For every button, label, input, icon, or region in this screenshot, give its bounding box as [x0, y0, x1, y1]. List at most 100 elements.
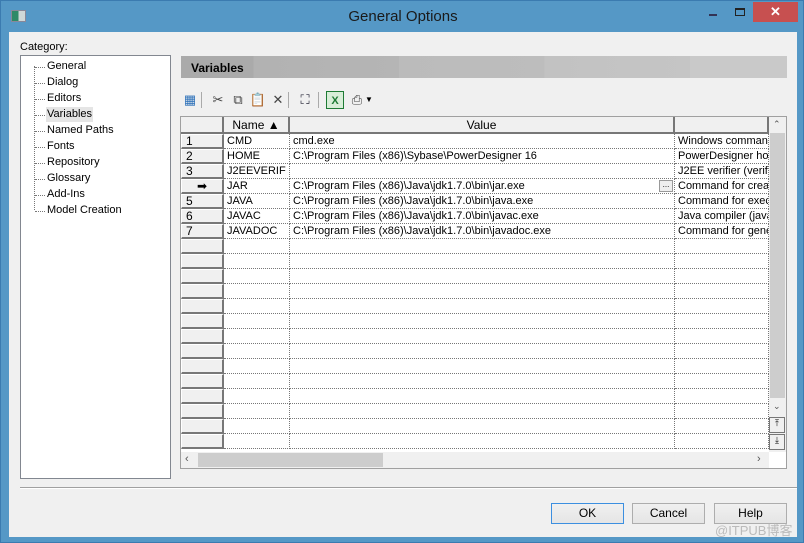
cancel-button[interactable]: Cancel	[632, 503, 705, 524]
cell-desc[interactable]: Command for execu	[675, 194, 769, 209]
minimize-button[interactable]	[709, 14, 717, 16]
row-header[interactable]	[181, 269, 224, 284]
cell-value[interactable]	[290, 359, 675, 374]
row-header[interactable]	[181, 344, 224, 359]
cell-desc[interactable]	[675, 269, 769, 284]
cell-value[interactable]	[290, 239, 675, 254]
cell-value[interactable]	[290, 374, 675, 389]
category-tree[interactable]: General Dialog Editors Variables Named Paths…	[20, 55, 171, 479]
scroll-down-icon[interactable]: ⌄	[773, 401, 781, 412]
cell-value[interactable]	[290, 434, 675, 449]
cell-name[interactable]	[224, 434, 290, 449]
paste-icon[interactable]: 📋	[249, 91, 267, 109]
cell-name[interactable]	[224, 374, 290, 389]
maximize-button[interactable]	[735, 8, 745, 16]
cell-value[interactable]	[290, 404, 675, 419]
scroll-up-icon[interactable]: ⌃	[773, 119, 781, 130]
close-button[interactable]: ✕	[753, 2, 798, 22]
category-item[interactable]: General	[46, 59, 87, 74]
table-row[interactable]	[181, 299, 769, 314]
table-row[interactable]	[181, 344, 769, 359]
row-header[interactable]: ➡	[181, 179, 224, 194]
table-row[interactable]: 1 CMD cmd.exe Windows command	[181, 134, 769, 149]
row-header[interactable]	[181, 374, 224, 389]
scroll-top-button[interactable]: ⤒	[769, 417, 785, 433]
scroll-thumb[interactable]	[198, 453, 383, 467]
cell-desc[interactable]	[675, 254, 769, 269]
cell-name[interactable]	[224, 299, 290, 314]
cell-desc[interactable]	[675, 434, 769, 449]
row-header[interactable]	[181, 284, 224, 299]
cell-desc[interactable]: Java compiler (java	[675, 209, 769, 224]
row-header[interactable]: 1	[181, 134, 224, 149]
table-row[interactable]	[181, 419, 769, 434]
cell-name[interactable]	[224, 239, 290, 254]
cell-desc[interactable]	[675, 419, 769, 434]
table-row[interactable]	[181, 389, 769, 404]
excel-icon[interactable]: X	[326, 91, 344, 109]
table-row[interactable]	[181, 404, 769, 419]
table-row[interactable]: 3 J2EEVERIF J2EE verifier (verifie	[181, 164, 769, 179]
row-header[interactable]: 2	[181, 149, 224, 164]
ellipsis-button[interactable]: ...	[659, 180, 673, 192]
cell-value[interactable]: C:\Program Files (x86)\Java\jdk1.7.0\bin…	[290, 224, 675, 239]
cell-desc[interactable]	[675, 314, 769, 329]
cell-desc[interactable]: Command for creati	[675, 179, 769, 194]
ok-button[interactable]: OK	[551, 503, 624, 524]
cell-desc[interactable]: PowerDesigner hor	[675, 149, 769, 164]
column-header[interactable]: Value	[290, 117, 675, 134]
cell-value[interactable]	[290, 389, 675, 404]
table-row[interactable]	[181, 239, 769, 254]
cell-name[interactable]	[224, 359, 290, 374]
cell-desc[interactable]	[675, 329, 769, 344]
category-item[interactable]: Add-Ins	[46, 187, 86, 202]
table-row[interactable]: 7 JAVADOC C:\Program Files (x86)\Java\jdk1…	[181, 224, 769, 239]
cell-desc[interactable]	[675, 239, 769, 254]
row-header[interactable]	[181, 434, 224, 449]
cell-name[interactable]: JAR	[224, 179, 290, 194]
cell-desc[interactable]	[675, 344, 769, 359]
cell-desc[interactable]	[675, 284, 769, 299]
category-item[interactable]: Repository	[46, 155, 101, 170]
scroll-thumb[interactable]	[770, 133, 785, 398]
row-header[interactable]	[181, 254, 224, 269]
cell-name[interactable]	[224, 269, 290, 284]
cell-name[interactable]: J2EEVERIF	[224, 164, 290, 179]
cell-value[interactable]	[290, 344, 675, 359]
cell-value[interactable]	[290, 329, 675, 344]
cell-value[interactable]	[290, 284, 675, 299]
cell-value[interactable]: C:\Program Files (x86)\Sybase\PowerDesig…	[290, 149, 675, 164]
cell-desc[interactable]: Windows command	[675, 134, 769, 149]
table-row[interactable]	[181, 329, 769, 344]
cell-value[interactable]: C:\Program Files (x86)\Java\jdk1.7.0\bin…	[290, 209, 675, 224]
properties-icon[interactable]: ▦	[181, 91, 199, 109]
copy-icon[interactable]: ⧉	[229, 91, 247, 109]
row-header[interactable]	[181, 299, 224, 314]
cell-name[interactable]	[224, 254, 290, 269]
category-item[interactable]: Fonts	[46, 139, 76, 154]
cell-value[interactable]	[290, 419, 675, 434]
row-header[interactable]	[181, 314, 224, 329]
column-header[interactable]	[675, 117, 769, 134]
cell-name[interactable]	[224, 284, 290, 299]
scroll-bottom-button[interactable]: ⤓	[769, 434, 785, 450]
row-header[interactable]	[181, 239, 224, 254]
cell-desc[interactable]	[675, 299, 769, 314]
cell-value[interactable]: C:\Program Files (x86)\Java\jdk1.7.0\bin…	[290, 179, 675, 194]
table-row[interactable]	[181, 434, 769, 449]
cell-value[interactable]	[290, 254, 675, 269]
category-item[interactable]: Named Paths	[46, 123, 115, 138]
category-item[interactable]: Editors	[46, 91, 82, 106]
cell-name[interactable]	[224, 344, 290, 359]
row-header[interactable]	[181, 404, 224, 419]
table-row[interactable]	[181, 269, 769, 284]
variables-grid[interactable]: Name ▲ Value 1 CMD cmd.exe Windows command 2 HO…	[180, 116, 787, 469]
cell-value[interactable]: C:\Program Files (x86)\Java\jdk1.7.0\bin…	[290, 194, 675, 209]
cell-name[interactable]	[224, 404, 290, 419]
cell-name[interactable]	[224, 329, 290, 344]
cell-name[interactable]: JAVAC	[224, 209, 290, 224]
row-header[interactable]: 5	[181, 194, 224, 209]
table-row[interactable]	[181, 254, 769, 269]
cell-value[interactable]	[290, 269, 675, 284]
cell-value[interactable]	[290, 164, 675, 179]
